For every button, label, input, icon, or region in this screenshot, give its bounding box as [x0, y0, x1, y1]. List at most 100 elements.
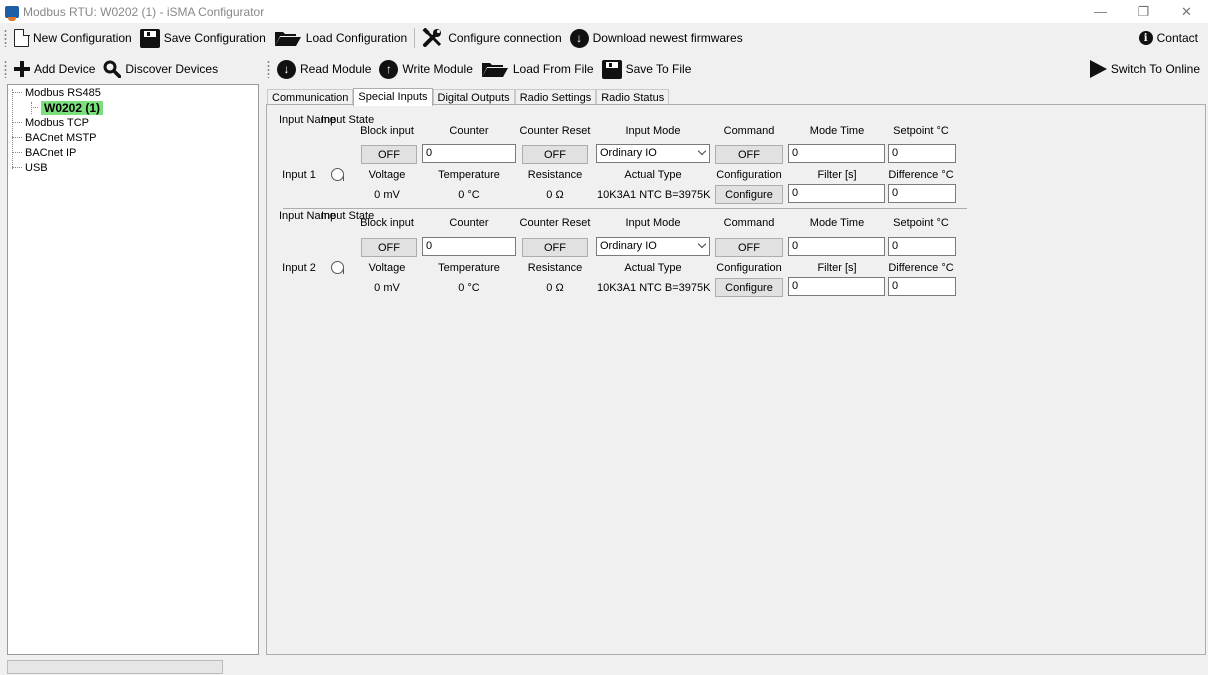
- toolbar-grip[interactable]: [267, 60, 270, 78]
- input-mode-value: Ordinary IO: [600, 147, 657, 159]
- load-configuration-label: Load Configuration: [305, 31, 408, 45]
- tree-item-modbus-tcp[interactable]: Modbus TCP: [12, 116, 89, 129]
- resistance-value-2: 0 Ω: [546, 282, 564, 294]
- difference-header: Difference °C: [888, 169, 954, 181]
- tree-item-label: W0202 (1): [41, 100, 104, 115]
- tab-special-inputs[interactable]: Special Inputs: [353, 88, 433, 106]
- input-state-indicator-1: [331, 168, 344, 181]
- input-mode-header: Input Mode: [625, 217, 681, 229]
- device-tree[interactable]: Modbus RS485 W0202 (1) Modbus TCP BACnet…: [7, 84, 259, 655]
- floppy-disk-icon: [601, 59, 622, 79]
- input-divider: [283, 208, 967, 209]
- input-state-header: Input State: [321, 114, 375, 126]
- new-configuration-label: New Configuration: [33, 31, 132, 45]
- discover-devices-label: Discover Devices: [125, 62, 219, 76]
- save-to-file-label: Save To File: [625, 62, 692, 76]
- counter-field-2[interactable]: 0: [422, 237, 516, 256]
- load-configuration-button[interactable]: Load Configuration: [270, 26, 411, 50]
- write-module-label: Write Module: [402, 62, 473, 76]
- tree-item-label: USB: [25, 161, 48, 174]
- tab-digital-outputs[interactable]: Digital Outputs: [432, 89, 515, 105]
- actual-type-value-1: 10K3A1 NTC B=3975K: [597, 189, 711, 201]
- counter-reset-header: Counter Reset: [519, 217, 591, 229]
- read-module-button[interactable]: ↓ Read Module: [273, 57, 375, 81]
- counter-field-1[interactable]: 0: [422, 144, 516, 163]
- switch-to-online-label: Switch To Online: [1110, 62, 1200, 76]
- configure-button-1[interactable]: Configure: [715, 185, 783, 204]
- mode-time-field-1[interactable]: 0: [788, 144, 885, 163]
- tree-item-label: BACnet IP: [25, 146, 77, 159]
- configuration-header: Configuration: [716, 169, 782, 181]
- tab-radio-status[interactable]: Radio Status: [596, 89, 670, 105]
- configure-connection-label: Configure connection: [448, 31, 562, 45]
- tree-item-modbus-rs485[interactable]: Modbus RS485: [12, 86, 101, 99]
- input-mode-select-2[interactable]: Ordinary IO: [596, 237, 710, 256]
- tree-item-bacnet-ip[interactable]: BACnet IP: [12, 146, 76, 159]
- open-folder-icon: [481, 63, 508, 77]
- setpoint-field-1[interactable]: 0: [888, 144, 956, 163]
- resistance-header: Resistance: [527, 169, 583, 181]
- configuration-header: Configuration: [716, 262, 782, 274]
- mode-time-header: Mode Time: [809, 125, 865, 137]
- contact-button[interactable]: i Contact: [1135, 26, 1202, 50]
- switch-to-online-button[interactable]: Switch To Online: [1086, 57, 1204, 81]
- command-button-1[interactable]: OFF: [715, 145, 783, 164]
- input-mode-value: Ordinary IO: [600, 240, 657, 252]
- tree-item-label: Modbus RS485: [25, 86, 101, 99]
- title-bar: Modbus RTU: W0202 (1) - iSMA Configurato…: [0, 0, 1208, 23]
- load-from-file-button[interactable]: Load From File: [477, 57, 598, 81]
- difference-field-2[interactable]: 0: [888, 277, 956, 296]
- tree-item-label: BACnet MSTP: [25, 131, 97, 144]
- actual-type-value-2: 10K3A1 NTC B=3975K: [597, 282, 711, 294]
- minimize-icon: —: [1094, 4, 1107, 19]
- restore-button[interactable]: ❐: [1122, 0, 1165, 23]
- window-controls: — ❐ ✕: [1079, 0, 1208, 23]
- toolbar-grip[interactable]: [4, 60, 7, 78]
- discover-devices-button[interactable]: Discover Devices: [99, 57, 222, 81]
- tree-item-usb[interactable]: USB: [12, 161, 48, 174]
- mode-time-field-2[interactable]: 0: [788, 237, 885, 256]
- save-to-file-button[interactable]: Save To File: [598, 57, 696, 81]
- open-folder-icon: [274, 32, 301, 46]
- download-circle-icon: ↓: [569, 28, 589, 48]
- toolbar-grip[interactable]: [4, 29, 7, 47]
- load-from-file-label: Load From File: [512, 62, 594, 76]
- configure-button-2[interactable]: Configure: [715, 278, 783, 297]
- tab-radio-settings[interactable]: Radio Settings: [514, 89, 597, 105]
- filter-field-2[interactable]: 0: [788, 277, 885, 296]
- close-button[interactable]: ✕: [1165, 0, 1208, 23]
- new-configuration-button[interactable]: New Configuration: [10, 26, 136, 50]
- tree-item-bacnet-mstp[interactable]: BACnet MSTP: [12, 131, 97, 144]
- filter-field-1[interactable]: 0: [788, 184, 885, 203]
- input-name-1: Input 1: [282, 169, 316, 181]
- block-input-toggle-1[interactable]: OFF: [361, 145, 417, 164]
- input-name-header: Input Name: [279, 114, 336, 126]
- configure-connection-button[interactable]: Configure connection: [418, 26, 565, 50]
- download-firmwares-button[interactable]: ↓ Download newest firmwares: [566, 26, 747, 50]
- command-button-2[interactable]: OFF: [715, 238, 783, 257]
- add-device-button[interactable]: Add Device: [10, 57, 99, 81]
- setpoint-field-2[interactable]: 0: [888, 237, 956, 256]
- setpoint-header: Setpoint °C: [893, 125, 949, 137]
- tab-communication[interactable]: Communication: [267, 89, 354, 105]
- upload-circle-icon: ↑: [379, 59, 399, 79]
- tree-item-w0202[interactable]: W0202 (1): [31, 100, 104, 115]
- restore-icon: ❐: [1137, 3, 1150, 19]
- block-input-toggle-2[interactable]: OFF: [361, 238, 417, 257]
- counter-reset-header: Counter Reset: [519, 125, 591, 137]
- minimize-button[interactable]: —: [1079, 0, 1122, 23]
- resistance-value-1: 0 Ω: [546, 189, 564, 201]
- save-configuration-button[interactable]: Save Configuration: [136, 26, 270, 50]
- counter-reset-button-2[interactable]: OFF: [522, 238, 588, 257]
- input-mode-select-1[interactable]: Ordinary IO: [596, 144, 710, 163]
- command-header: Command: [723, 125, 775, 137]
- write-module-button[interactable]: ↑ Write Module: [375, 57, 476, 81]
- difference-field-1[interactable]: 0: [888, 184, 956, 203]
- mode-time-header: Mode Time: [809, 217, 865, 229]
- filter-header: Filter [s]: [817, 169, 857, 181]
- special-inputs-panel: Input Name Input State Block input Count…: [266, 104, 1206, 655]
- counter-reset-button-1[interactable]: OFF: [522, 145, 588, 164]
- download-firmwares-label: Download newest firmwares: [592, 31, 743, 45]
- setpoint-header: Setpoint °C: [893, 217, 949, 229]
- plus-icon: [14, 61, 30, 77]
